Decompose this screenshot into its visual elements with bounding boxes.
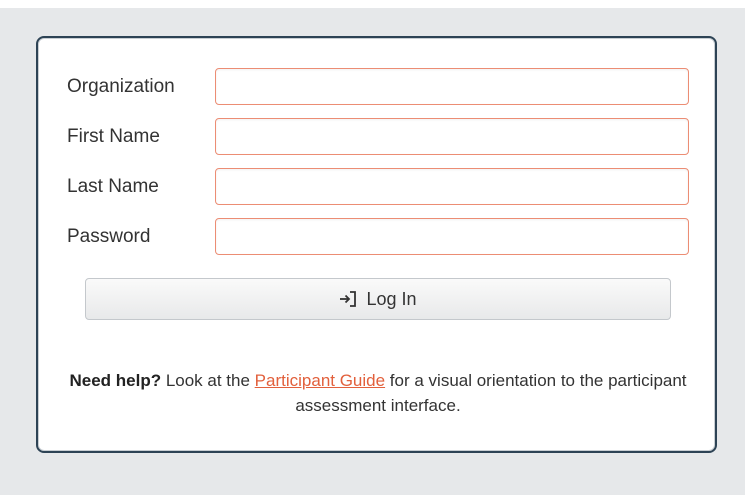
first-name-label: First Name: [67, 126, 160, 147]
help-bold: Need help?: [69, 371, 162, 390]
login-card: Organization First Name Last Name Passwo…: [36, 36, 717, 453]
help-text-before-link: Look at the: [161, 371, 255, 390]
participant-guide-link[interactable]: Participant Guide: [255, 371, 385, 390]
last-name-label: Last Name: [67, 176, 159, 197]
password-row: Password: [67, 218, 691, 255]
organization-label: Organization: [67, 76, 175, 97]
sign-in-icon: [339, 289, 359, 309]
password-label: Password: [67, 226, 151, 247]
top-strip: [0, 0, 745, 8]
last-name-input[interactable]: [215, 168, 689, 205]
login-button[interactable]: Log In: [85, 278, 671, 320]
organization-input[interactable]: [215, 68, 689, 105]
first-name-input[interactable]: [215, 118, 689, 155]
login-button-label: Log In: [366, 288, 417, 309]
help-text: Need help? Look at the Participant Guide…: [68, 368, 688, 418]
first-name-row: First Name: [67, 118, 691, 155]
organization-row: Organization: [67, 68, 691, 105]
last-name-row: Last Name: [67, 168, 691, 205]
password-input[interactable]: [215, 218, 689, 255]
